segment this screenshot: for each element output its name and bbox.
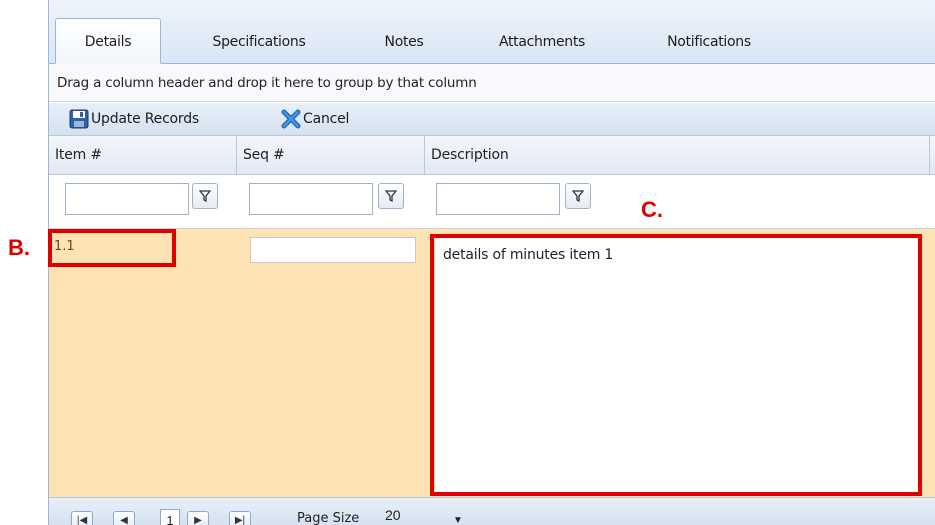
pager: |◀ ◀ 1 ▶ ▶| Page Size 20 ▼ — [49, 497, 935, 525]
filter-row — [49, 175, 935, 229]
cancel-label: Cancel — [303, 111, 350, 127]
filter-icon — [199, 190, 211, 202]
annotation-box-c — [430, 234, 922, 496]
toolbar: Update Records Cancel — [49, 103, 935, 136]
page-size-value[interactable]: 20 — [385, 507, 401, 523]
page-size-label: Page Size — [297, 511, 360, 525]
update-records-button[interactable]: Update Records — [69, 103, 241, 135]
last-page-button[interactable]: ▶| — [229, 511, 251, 525]
column-header-seq[interactable]: Seq # — [237, 136, 425, 174]
group-panel[interactable]: Drag a column header and drop it here to… — [49, 64, 935, 102]
group-panel-hint: Drag a column header and drop it here to… — [57, 75, 477, 91]
previous-page-button[interactable]: ◀ — [113, 511, 135, 525]
seq-input[interactable] — [250, 237, 416, 263]
filter-seq-input[interactable] — [249, 183, 373, 215]
filter-seq-button[interactable] — [378, 183, 404, 209]
annotation-label-c: C. — [641, 197, 663, 222]
filter-icon — [572, 190, 584, 202]
cancel-button[interactable]: Cancel — [281, 103, 381, 135]
tab-notes[interactable]: Notes — [367, 22, 441, 62]
column-header-row: Item # Seq # Description — [49, 136, 935, 175]
close-icon — [281, 109, 301, 129]
annotation-box-b — [48, 229, 176, 267]
filter-icon — [385, 190, 397, 202]
tab-details[interactable]: Details — [55, 18, 161, 64]
update-records-label: Update Records — [91, 111, 200, 127]
filter-item-button[interactable] — [192, 183, 218, 209]
tab-notifications[interactable]: Notifications — [647, 22, 771, 62]
column-header-description[interactable]: Description — [425, 136, 930, 174]
tab-attachments[interactable]: Attachments — [481, 22, 603, 62]
save-icon — [69, 109, 89, 129]
tab-specifications[interactable]: Specifications — [189, 22, 329, 62]
column-header-item[interactable]: Item # — [49, 136, 237, 174]
next-page-button[interactable]: ▶ — [187, 511, 209, 525]
filter-description-button[interactable] — [565, 183, 591, 209]
tab-strip: Details Specifications Notes Attachments… — [49, 0, 935, 64]
annotation-label-b: B. — [8, 235, 30, 260]
filter-item-input[interactable] — [65, 183, 189, 215]
current-page-box[interactable]: 1 — [160, 509, 180, 525]
first-page-button[interactable]: |◀ — [71, 511, 93, 525]
filter-description-input[interactable] — [436, 183, 560, 215]
chevron-down-icon[interactable]: ▼ — [453, 515, 463, 525]
